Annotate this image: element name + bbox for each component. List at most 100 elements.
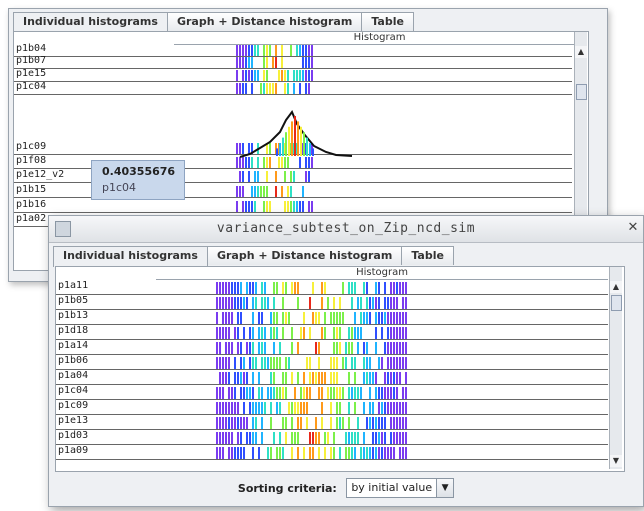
histogram-bar [405,447,407,459]
histogram-bar [309,327,311,339]
histogram-bar [396,312,398,324]
histogram-bar [267,387,269,399]
back-tab-bar: Individual histograms Graph + Distance hi… [9,9,607,33]
histogram-bar [266,45,268,56]
histogram-bar [285,432,287,444]
histogram-bar [245,83,247,94]
histogram-bar [381,402,383,414]
histogram-bar [236,70,238,81]
front-tab-individual-histograms[interactable]: Individual histograms [53,246,208,267]
tooltip-value: 0.40355676 [102,165,176,178]
histogram-bar [228,282,230,294]
histogram-bar [248,157,250,168]
back-tab-graph-distance[interactable]: Graph + Distance histogram [166,12,363,31]
histogram-bar [254,186,256,197]
tooltip-name: p1c04 [102,181,137,194]
histogram-bar [257,157,259,168]
histogram-bar [287,83,289,94]
histogram-bar [306,402,308,414]
histogram-bar [258,372,260,384]
histogram-bar [324,282,326,294]
histogram-bar [330,402,332,414]
histogram-bar [228,342,230,354]
histogram-bar [381,312,383,324]
histogram-bar [339,387,341,399]
histogram-bar [237,432,239,444]
histogram-bar [387,402,389,414]
back-scroll-thumb[interactable] [576,84,587,100]
histogram-bar [318,357,320,369]
histogram-bar [393,417,395,429]
histogram-bar [390,372,392,384]
histogram-bar [237,327,239,339]
histogram-bar [258,342,260,354]
front-tab-table[interactable]: Table [401,246,454,265]
histogram-bar [282,312,284,324]
histogram-bar [282,282,284,294]
histogram-bar [336,342,338,354]
histogram-bar [375,432,377,444]
histogram-bar [284,171,286,182]
front-tab-graph-distance[interactable]: Graph + Distance histogram [206,246,403,265]
histogram-bar [266,171,268,182]
scroll-down-arrow-icon[interactable]: ▼ [610,455,622,467]
close-icon[interactable]: ✕ [625,219,641,237]
chevron-down-icon[interactable]: ▼ [436,479,454,497]
histogram-bar [405,387,407,399]
histogram-bar [290,186,292,197]
histogram-bar [366,417,368,429]
histogram-bar [257,186,259,197]
histogram-bar [372,372,374,384]
histogram-bar [246,372,248,384]
front-vertical-scrollbar[interactable]: ▲ ▼ [609,267,622,469]
front-scroll-thumb[interactable] [611,295,622,311]
histogram-bar [363,402,365,414]
histogram-bar [273,357,275,369]
histogram-bar [303,132,305,156]
histogram-bar [291,447,293,459]
histogram-bar [239,45,241,56]
scroll-up-arrow-icon[interactable]: ▲ [610,281,622,293]
histogram-bar [284,83,286,94]
back-tab-table[interactable]: Table [361,12,414,31]
histogram-bar [231,312,233,324]
histogram-bar [273,327,275,339]
histogram-bar [291,372,293,384]
histogram-bar [351,342,353,354]
back-tab-individual-histograms[interactable]: Individual histograms [13,12,168,33]
histogram-bar [279,402,281,414]
histogram-bar [306,357,308,369]
sorting-criteria-select[interactable]: by initial value ▼ [346,478,455,498]
histogram-bar [402,357,404,369]
histogram-bar [246,297,248,309]
histogram-bar [308,201,310,212]
scroll-up-arrow-icon[interactable]: ▲ [575,46,587,58]
histogram-bar [402,282,404,294]
histogram-bar [402,447,404,459]
histogram-bar [372,447,374,459]
histogram-bar [330,372,332,384]
histogram-bar [242,186,244,197]
histogram-bar [393,432,395,444]
histogram-bar [246,417,248,429]
histogram-bar [402,387,404,399]
histogram-bar [333,447,335,459]
histogram-bar [231,342,233,354]
histogram-bar [321,282,323,294]
histogram-bar [275,83,277,94]
histogram-bar [291,432,293,444]
histogram-bar [288,312,290,324]
histogram-bar [330,447,332,459]
histogram-bar [242,45,244,56]
histogram-bar [258,312,260,324]
histogram-bar [240,417,242,429]
histogram-bar [231,297,233,309]
histogram-bar [251,157,253,168]
histogram-bar [231,432,233,444]
front-title-bar[interactable]: variance_subtest_on_Zip_ncd_sim ✕ [49,216,643,243]
histogram-bar [339,447,341,459]
histogram-bar [318,432,320,444]
histogram-bar [273,312,275,324]
histogram-bar [357,327,359,339]
histogram-bar [342,357,344,369]
